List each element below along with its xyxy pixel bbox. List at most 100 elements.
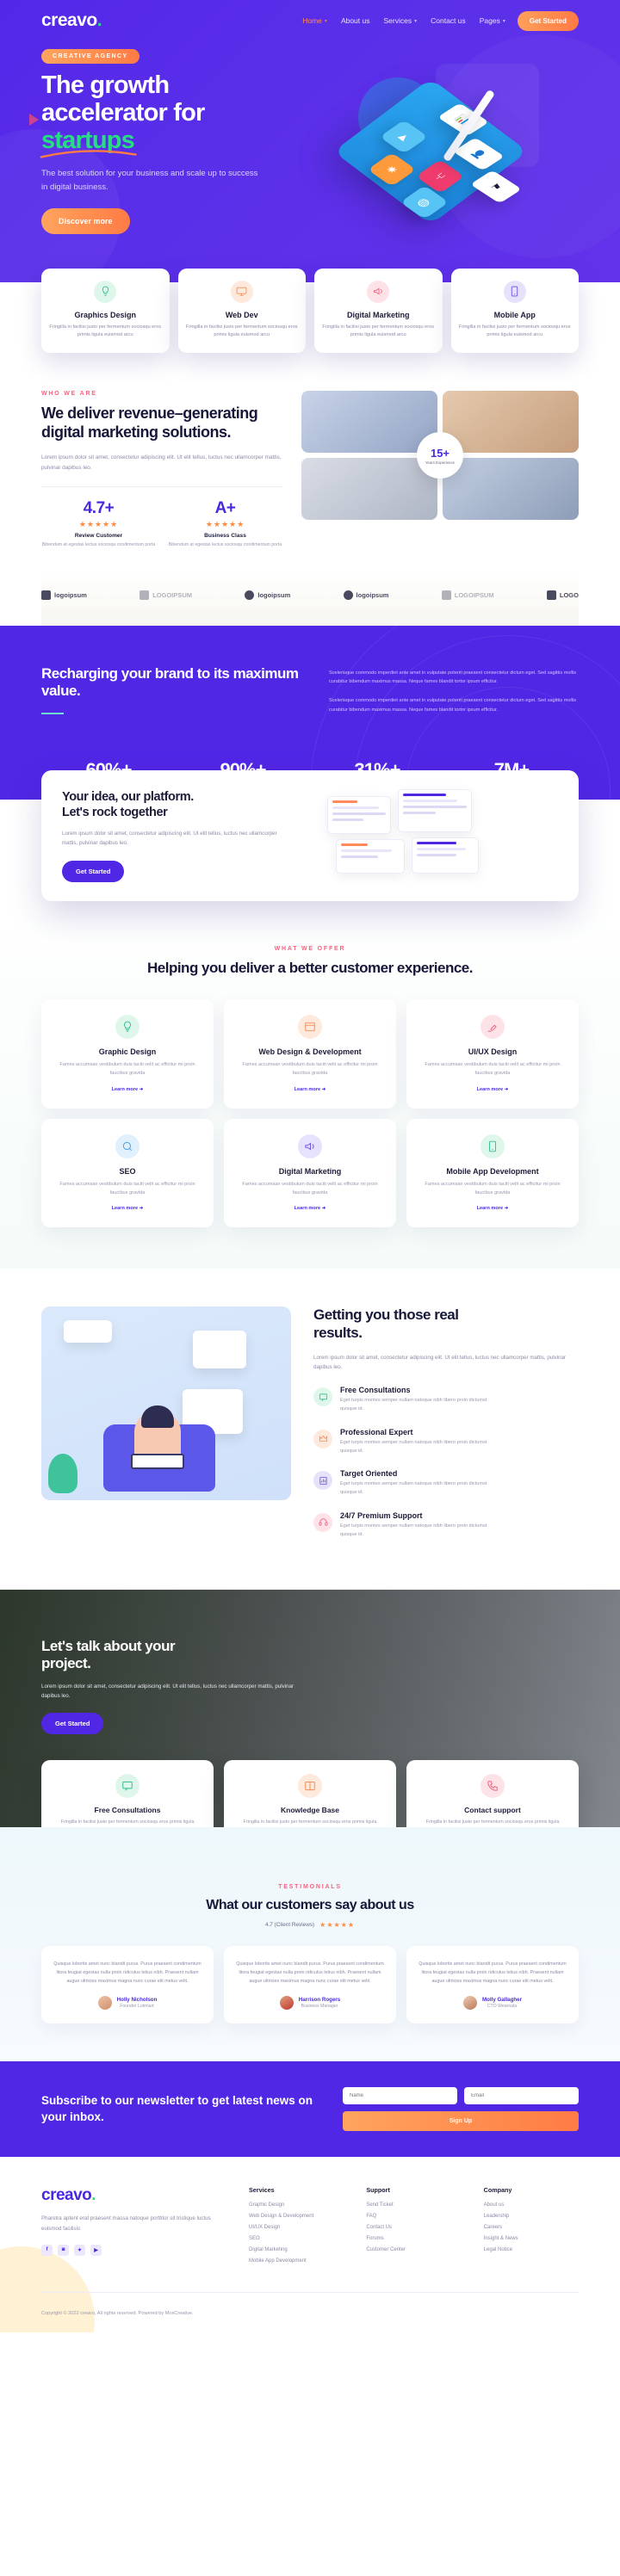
newsletter-name-input[interactable]	[343, 2087, 457, 2105]
chart-icon	[313, 1471, 332, 1491]
footer-link[interactable]: Mobile App Development	[249, 2258, 344, 2264]
footer-link[interactable]: Graphic Design	[249, 2202, 344, 2208]
footer-link[interactable]: Careers	[484, 2225, 579, 2230]
testimonial-quote: Quisque lobortis amet nunc blandit purus…	[418, 1961, 567, 1985]
learn-more-link[interactable]: Learn more ➜	[477, 1206, 509, 1211]
feature-item: 24/7 Premium Support Eget turpis montes s…	[313, 1511, 579, 1540]
youtube-icon[interactable]: ▶	[90, 2244, 102, 2256]
footer-link[interactable]: Send Ticket	[366, 2202, 461, 2208]
nav-item-home[interactable]: Home ▾	[302, 16, 327, 25]
footer-logo-dot: .	[91, 2186, 96, 2205]
talk-get-started-button[interactable]: Get Started	[41, 1713, 104, 1735]
testimonials-section: TESTIMONIALS What our customers say abou…	[0, 1826, 620, 2062]
talk-card[interactable]: Contact support Fringilla in facilisi ju…	[406, 1760, 579, 1827]
talk-title-line1: Let's talk about your	[41, 1637, 176, 1654]
divider	[41, 486, 282, 488]
experience-number: 15+	[430, 446, 450, 460]
about-photo	[443, 458, 579, 521]
laptop-icon	[131, 1454, 184, 1470]
underline-swoosh-icon	[40, 150, 137, 159]
footer-link[interactable]: FAQ	[366, 2214, 461, 2219]
mini-card	[412, 837, 479, 874]
offer-card[interactable]: Web Design & Development Fames accumsan …	[224, 999, 396, 1109]
nav-item-services[interactable]: Services ▾	[384, 16, 418, 25]
service-card[interactable]: Graphics Design Fringilla in facilisi ju…	[41, 268, 170, 354]
service-card[interactable]: Digital Marketing Fringilla in facilisi …	[314, 268, 443, 354]
feature-desc: Eget turpis montes semper nullam natoque…	[340, 1439, 487, 1454]
talk-card-title: Free Consultations	[94, 1806, 161, 1815]
twitter-icon[interactable]: ✦	[74, 2244, 85, 2256]
feature-item: Professional Expert Eget turpis montes se…	[313, 1428, 579, 1456]
about-stat-label: Business Class	[204, 533, 246, 540]
feature-title: Professional Expert	[340, 1427, 413, 1436]
headset-icon	[313, 1512, 332, 1532]
talk-card[interactable]: Free Consultations Fringilla in facilisi…	[41, 1760, 214, 1827]
footer-link[interactable]: UI/UX Design	[249, 2225, 344, 2230]
idea-cta-wrap: Your idea, our platform. Let's rock toget…	[41, 770, 579, 901]
newsletter-signup-button[interactable]: Sign Up	[343, 2111, 579, 2132]
service-card-desc: Fringilla in facilisi justo per fermentu…	[49, 324, 162, 338]
offer-card[interactable]: Digital Marketing Fames accumsan vestibu…	[224, 1118, 396, 1228]
learn-more-link[interactable]: Learn more ➜	[112, 1087, 144, 1092]
offer-card-title: UI/UX Design	[468, 1047, 518, 1057]
overall-rating: 4.7 (Client Reviews) ★★★★★	[41, 1921, 579, 1929]
get-started-button[interactable]: Get Started	[517, 10, 579, 31]
offer-card[interactable]: Graphic Design Fames accumsan vestibulum…	[41, 999, 214, 1109]
testimonials-kicker: TESTIMONIALS	[278, 1883, 342, 1890]
brand-logo[interactable]: creavo.	[41, 10, 102, 31]
offer-card[interactable]: UI/UX Design Fames accumsan vestibulum d…	[406, 999, 579, 1109]
footer-link[interactable]: Customer Center	[366, 2247, 461, 2252]
newsletter-email-input[interactable]	[464, 2087, 579, 2105]
learn-more-link[interactable]: Learn more ➜	[477, 1087, 509, 1092]
client-logo-label: LOGOIPSUM	[152, 590, 193, 599]
offer-card-title: Mobile App Development	[446, 1166, 539, 1176]
service-card[interactable]: Mobile App Fringilla in facilisi justo p…	[450, 268, 579, 354]
about-stat-item: A+ ★★★★★ Business Class Bibendum at eges…	[168, 499, 282, 548]
footer-link[interactable]: Web Design & Development	[249, 2214, 344, 2219]
service-card-title: Graphics Design	[74, 310, 137, 319]
footer-link[interactable]: About us	[484, 2202, 579, 2208]
footer-link[interactable]: SEO	[249, 2236, 344, 2241]
nav-item-contact[interactable]: Contact us	[431, 16, 466, 25]
offer-card[interactable]: Mobile App Development Fames accumsan ve…	[406, 1118, 579, 1228]
nav-item-about[interactable]: About us	[341, 16, 370, 25]
talk-card[interactable]: Knowledge Base Fringilla in facilisi jus…	[224, 1760, 396, 1827]
footer-column-heading: Support	[366, 2186, 390, 2195]
footer-link[interactable]: Forums	[366, 2236, 461, 2241]
hair-shape	[141, 1405, 174, 1429]
footer-brand: creavo. Pharetra aptent erat praesent ma…	[41, 2186, 226, 2270]
results-title: Getting you those real results.	[313, 1307, 579, 1342]
about-section: WHO WE ARE We deliver revenue–generating…	[0, 353, 620, 571]
avatar	[462, 1996, 477, 2011]
talk-title-line2: project.	[41, 1655, 91, 1672]
feature-item: Free Consultations Eget turpis montes sem…	[313, 1386, 579, 1414]
instagram-icon[interactable]: ◙	[58, 2244, 69, 2256]
offer-card-desc: Fames accumsan vestibulum duis taciti ve…	[425, 1181, 561, 1195]
footer-link[interactable]: Digital Marketing	[249, 2247, 344, 2252]
service-card[interactable]: Web Dev Fringilla in facilisi justo per …	[177, 268, 306, 354]
author-name: Harrison Rogers	[298, 1997, 341, 2004]
isometric-illustration-icon: ▲ ✷ ⑂ ◍ 📊 👤 ⚑	[333, 59, 542, 225]
about-kicker: WHO WE ARE	[41, 391, 97, 398]
client-logo-label: LOGO	[559, 590, 579, 599]
footer-link[interactable]: Contact Us	[366, 2225, 461, 2230]
idea-get-started-button[interactable]: Get Started	[62, 860, 125, 882]
nav-item-pages[interactable]: Pages ▾	[480, 16, 505, 25]
learn-more-link[interactable]: Learn more ➜	[112, 1206, 144, 1211]
hero-service-cards: Graphics Design Fringilla in facilisi ju…	[41, 268, 579, 354]
footer-logo[interactable]: creavo.	[41, 2186, 226, 2205]
nav-menu: Home ▾ About us Services ▾ Contact us Page…	[302, 16, 505, 25]
footer-link[interactable]: Insight & News	[484, 2236, 579, 2241]
hero-title-line1: The growth	[41, 71, 170, 99]
browser-icon	[298, 1015, 322, 1040]
footer-link[interactable]: Legal Notice	[484, 2247, 579, 2252]
discover-more-button[interactable]: Discover more	[41, 207, 130, 234]
learn-more-link[interactable]: Learn more ➜	[294, 1206, 326, 1211]
offer-card[interactable]: SEO Fames accumsan vestibulum duis tacit…	[41, 1118, 214, 1228]
learn-more-link[interactable]: Learn more ➜	[294, 1087, 326, 1092]
author-role: Business Manager	[301, 2004, 338, 2010]
hero-content: CREATIVE AGENCY The growth accelerator f…	[29, 46, 579, 234]
footer-link[interactable]: Leadership	[484, 2214, 579, 2219]
facebook-icon[interactable]: f	[41, 2244, 53, 2256]
nav-item-contact-label: Contact us	[431, 16, 466, 25]
